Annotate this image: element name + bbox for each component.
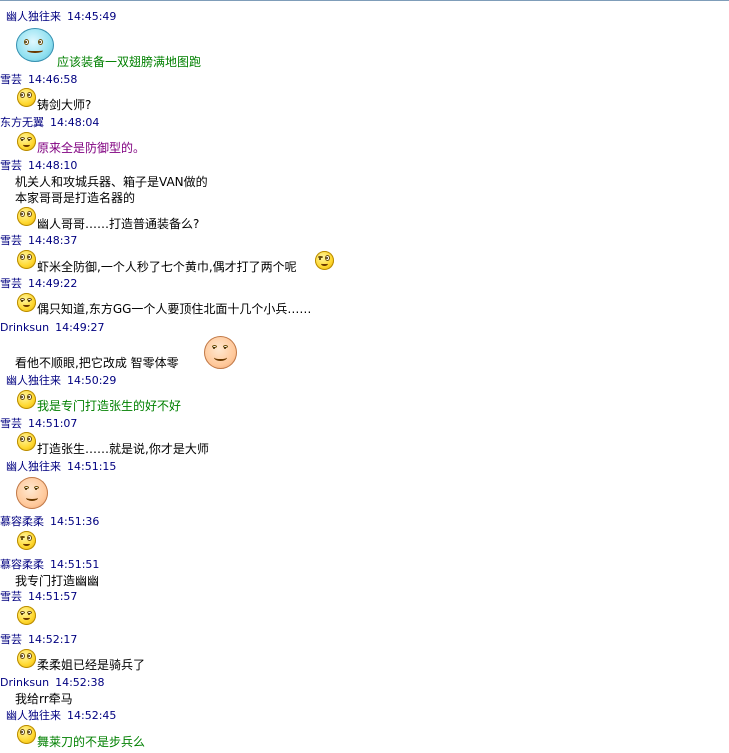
message-header: 雪芸 14:49:22: [0, 277, 77, 291]
smiley-icon: [17, 207, 36, 226]
message-time: 14:50:29: [67, 374, 117, 387]
message-header: 雪芸 14:52:17: [0, 633, 77, 647]
message-header: Drinksun 14:49:27: [0, 321, 104, 335]
message-text: 铸剑大师?: [37, 98, 92, 112]
message-time: 14:51:07: [28, 417, 78, 430]
sender-name: 幽人独往来: [6, 460, 61, 473]
message-time: 14:46:58: [28, 73, 78, 86]
sender-name: 雪芸: [0, 159, 22, 172]
message-time: 14:51:15: [67, 460, 117, 473]
message-line: 本家哥哥是打造名器的: [15, 191, 136, 205]
message-time: 14:49:22: [28, 277, 78, 290]
message-header: 雪芸 14:51:57: [0, 590, 77, 604]
message-header: 慕容柔柔 14:51:51: [0, 558, 99, 572]
message-header: Drinksun 14:52:38: [0, 676, 104, 690]
message-text: 打造张生……就是说,你才是大师: [37, 442, 209, 456]
message-header: 幽人独往来 14:52:45: [6, 709, 116, 723]
sender-name: 雪芸: [0, 590, 22, 603]
sender-name: 雪芸: [0, 417, 22, 430]
message-time: 14:48:10: [28, 159, 78, 172]
sender-name: 慕容柔柔: [0, 558, 44, 571]
message-text: 偶只知道,东方GG一个人要顶住北面十几个小兵……: [37, 302, 312, 316]
message-text: 幽人哥哥……打造普通装备么?: [37, 217, 200, 231]
smiley-icon: [17, 88, 36, 107]
smiley-icon: [17, 132, 36, 151]
message-time: 14:51:51: [50, 558, 100, 571]
sender-name: 雪芸: [0, 633, 22, 646]
sender-name: 雪芸: [0, 234, 22, 247]
message-text: 应该装备一双翅膀满地图跑: [57, 55, 202, 69]
message-header: 雪芸 14:48:10: [0, 159, 77, 173]
wink-icon: [315, 251, 334, 270]
sender-name: 慕容柔柔: [0, 515, 44, 528]
message-header: 幽人独往来 14:51:15: [6, 460, 116, 474]
message-text: 虾米全防御,一个人秒了七个黄巾,偶才打了两个呢: [37, 260, 297, 274]
message-text: 舞莱刀的不是步兵么: [37, 735, 146, 749]
dizzy-icon: [17, 606, 36, 625]
message-time: 14:52:45: [67, 709, 117, 722]
message-header: 幽人独往来 14:50:29: [6, 374, 116, 388]
message-header: 雪芸 14:51:07: [0, 417, 77, 431]
smiley-icon: [17, 725, 36, 744]
message-line: 机关人和攻城兵器、箱子是VAN做的: [15, 175, 208, 189]
message-text: 我专门打造幽幽: [15, 574, 100, 588]
message-text: 我是专门打造张生的好不好: [37, 399, 182, 413]
blue-face-icon: [16, 28, 54, 62]
smiley-icon: [17, 250, 36, 269]
dizzy-icon: [17, 293, 36, 312]
wink-icon: [17, 531, 36, 550]
sender-name: 雪芸: [0, 277, 22, 290]
message-time: 14:45:49: [67, 10, 117, 23]
message-text: 柔柔姐已经是骑兵了: [37, 658, 146, 672]
message-text: 我给rr牵马: [15, 692, 73, 706]
sender-name: 东方无翼: [0, 116, 44, 129]
sender-name: Drinksun: [0, 676, 50, 689]
message-header: 慕容柔柔 14:51:36: [0, 515, 99, 529]
message-text: 原来全是防御型的。: [37, 141, 146, 155]
message-header: 东方无翼 14:48:04: [0, 116, 99, 130]
message-header: 雪芸 14:46:58: [0, 73, 77, 87]
message-time: 14:48:04: [50, 116, 100, 129]
smiley-icon: [17, 390, 36, 409]
message-time: 14:51:36: [50, 515, 100, 528]
smiley-icon: [17, 432, 36, 451]
chat-log: 幽人独往来 14:45:49 应该装备一双翅膀满地图跑 雪芸 14:46:58 铸剑…: [0, 1, 729, 753]
message-time: 14:52:38: [55, 676, 105, 689]
message-time: 14:48:37: [28, 234, 78, 247]
sender-name: 幽人独往来: [6, 709, 61, 722]
message-time: 14:51:57: [28, 590, 78, 603]
message-header: 幽人独往来 14:45:49: [6, 10, 116, 24]
message-header: 雪芸 14:48:37: [0, 234, 77, 248]
sender-name: 幽人独往来: [6, 10, 61, 23]
grin-icon: [16, 477, 48, 509]
message-text: 看他不顺眼,把它改成 智零体零: [15, 356, 179, 370]
sender-name: 雪芸: [0, 73, 22, 86]
sender-name: Drinksun: [0, 321, 50, 334]
grin-icon: [204, 336, 237, 369]
message-time: 14:52:17: [28, 633, 78, 646]
message-time: 14:49:27: [55, 321, 105, 334]
sender-name: 幽人独往来: [6, 374, 61, 387]
smiley-icon: [17, 649, 36, 668]
